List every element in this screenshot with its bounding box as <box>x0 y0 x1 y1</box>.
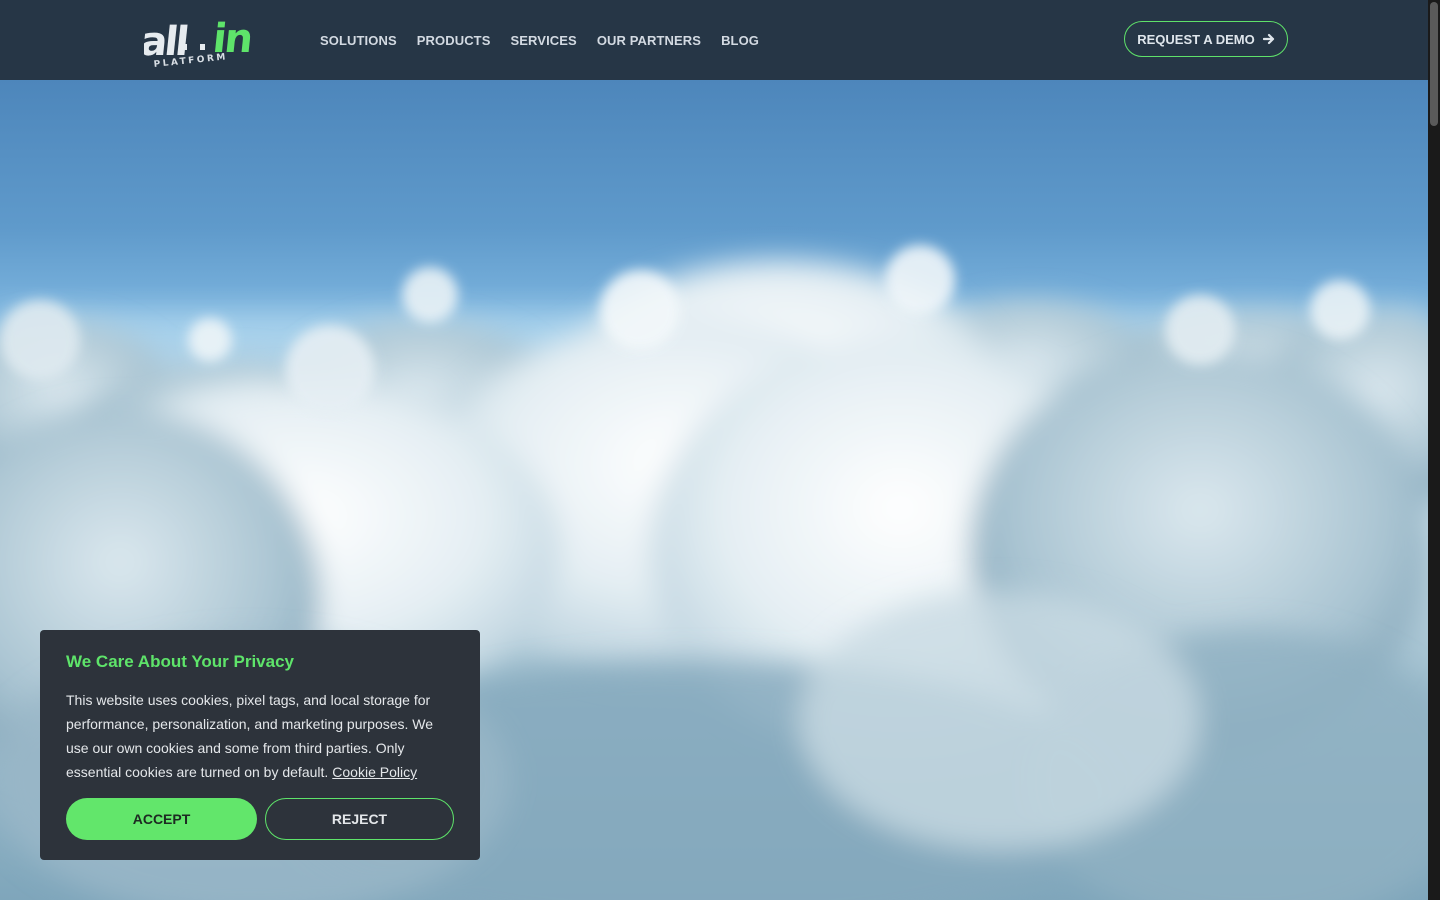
site-header: all in PLATFORM SOLUTIONS PRODUCTS SERVI… <box>0 0 1428 80</box>
request-demo-label: REQUEST A DEMO <box>1137 31 1255 47</box>
cookie-consent-banner: We Care About Your Privacy This website … <box>40 630 480 860</box>
cookie-policy-link[interactable]: Cookie Policy <box>332 764 417 780</box>
cookie-banner-actions: ACCEPT REJECT <box>66 798 454 840</box>
request-demo-button[interactable]: REQUEST A DEMO <box>1124 21 1288 57</box>
scrollbar-thumb[interactable] <box>1430 2 1438 126</box>
cookie-banner-title: We Care About Your Privacy <box>66 652 294 671</box>
page-scrollbar[interactable] <box>1428 0 1440 900</box>
arrow-right-icon <box>1262 33 1275 45</box>
brand-logo[interactable]: all in PLATFORM <box>138 10 260 70</box>
accept-cookies-button[interactable]: ACCEPT <box>66 798 257 840</box>
logo-graphic: all in PLATFORM <box>138 16 253 70</box>
nav-item-services[interactable]: SERVICES <box>511 33 577 48</box>
nav-item-our-partners[interactable]: OUR PARTNERS <box>597 33 701 48</box>
nav-item-blog[interactable]: BLOG <box>721 33 759 48</box>
cookie-banner-text: This website uses cookies, pixel tags, a… <box>66 688 454 784</box>
reject-cookies-button[interactable]: REJECT <box>265 798 454 840</box>
nav-item-solutions[interactable]: SOLUTIONS <box>320 33 397 48</box>
main-nav: SOLUTIONS PRODUCTS SERVICES OUR PARTNERS… <box>320 0 759 80</box>
page: all in PLATFORM SOLUTIONS PRODUCTS SERVI… <box>0 0 1440 900</box>
nav-item-products[interactable]: PRODUCTS <box>417 33 491 48</box>
